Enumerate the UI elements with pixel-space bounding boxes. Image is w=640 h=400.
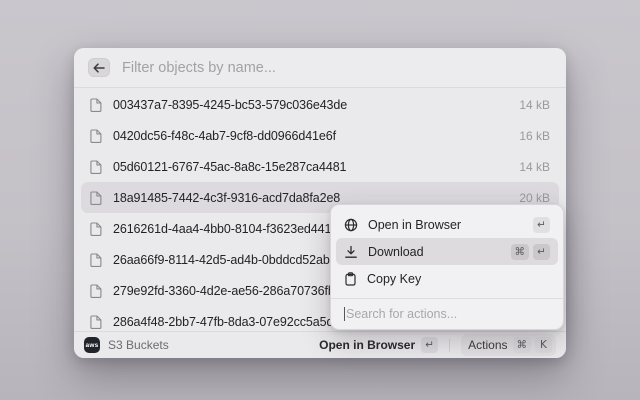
actions-label: Actions	[468, 338, 507, 352]
file-row[interactable]: 003437a7-8395-4245-bc53-579c036e43de 14 …	[81, 89, 559, 120]
file-icon	[90, 98, 102, 112]
file-icon	[90, 253, 102, 267]
file-icon	[90, 129, 102, 143]
file-size: 16 kB	[519, 129, 550, 143]
globe-icon	[344, 218, 358, 232]
status-bar-divider	[449, 339, 450, 352]
key-badge: K	[535, 337, 552, 353]
file-icon	[90, 315, 102, 329]
file-size: 20 kB	[519, 191, 550, 205]
menu-item-label: Copy Key	[367, 272, 540, 286]
menu-item[interactable]: Open in Browser ↵	[336, 211, 558, 238]
file-icon	[90, 191, 102, 205]
text-caret	[344, 307, 345, 321]
file-icon	[90, 222, 102, 236]
search-bar	[74, 48, 566, 88]
download-icon	[344, 245, 358, 259]
menu-item-shortcut: ↵	[533, 217, 550, 233]
primary-action-button[interactable]: Open in Browser ↵	[319, 337, 438, 353]
menu-item-label: Download	[368, 245, 501, 259]
file-size: 14 kB	[519, 98, 550, 112]
action-search-placeholder: Search for actions...	[346, 307, 457, 321]
actions-shortcut: ⌘K	[513, 337, 553, 353]
return-key-icon: ↵	[533, 244, 550, 260]
status-bar: aws S3 Buckets Open in Browser ↵ Actions…	[74, 331, 566, 358]
file-size: 14 kB	[519, 160, 550, 174]
launcher-window: 003437a7-8395-4245-bc53-579c036e43de 14 …	[74, 48, 566, 358]
filter-objects-input[interactable]	[122, 60, 552, 76]
file-name: 18a91485-7442-4c3f-9316-acd7da8fa2e8	[113, 191, 508, 205]
return-key-icon: ↵	[533, 217, 550, 233]
file-row[interactable]: 05d60121-6767-45ac-8a8c-15e287ca4481 14 …	[81, 151, 559, 182]
action-menu: Open in Browser ↵ Download ⌘↵ Copy Key S…	[330, 204, 564, 330]
file-name: 003437a7-8395-4245-bc53-579c036e43de	[113, 98, 508, 112]
file-icon	[90, 284, 102, 298]
action-menu-items: Open in Browser ↵ Download ⌘↵ Copy Key	[331, 211, 563, 292]
menu-item[interactable]: Copy Key	[336, 265, 558, 292]
aws-logo-icon: aws	[84, 337, 100, 353]
menu-item-label: Open in Browser	[368, 218, 523, 232]
primary-action-label: Open in Browser	[319, 338, 415, 352]
command-key-icon: ⌘	[513, 337, 532, 353]
file-row[interactable]: 0420dc56-f48c-4ab7-9cf8-dd0966d41e6f 16 …	[81, 120, 559, 151]
return-key-icon: ↵	[421, 337, 438, 353]
back-button[interactable]	[88, 58, 110, 77]
arrow-left-icon	[93, 63, 105, 73]
command-key-icon: ⌘	[511, 244, 530, 260]
file-name: 0420dc56-f48c-4ab7-9cf8-dd0966d41e6f	[113, 129, 508, 143]
file-name: 05d60121-6767-45ac-8a8c-15e287ca4481	[113, 160, 508, 174]
action-search[interactable]: Search for actions...	[331, 299, 563, 329]
app-name: S3 Buckets	[108, 338, 169, 352]
clipboard-icon	[344, 272, 357, 286]
actions-button[interactable]: Actions ⌘K	[461, 334, 556, 356]
menu-item[interactable]: Download ⌘↵	[336, 238, 558, 265]
file-icon	[90, 160, 102, 174]
menu-item-shortcut: ⌘↵	[511, 244, 551, 260]
